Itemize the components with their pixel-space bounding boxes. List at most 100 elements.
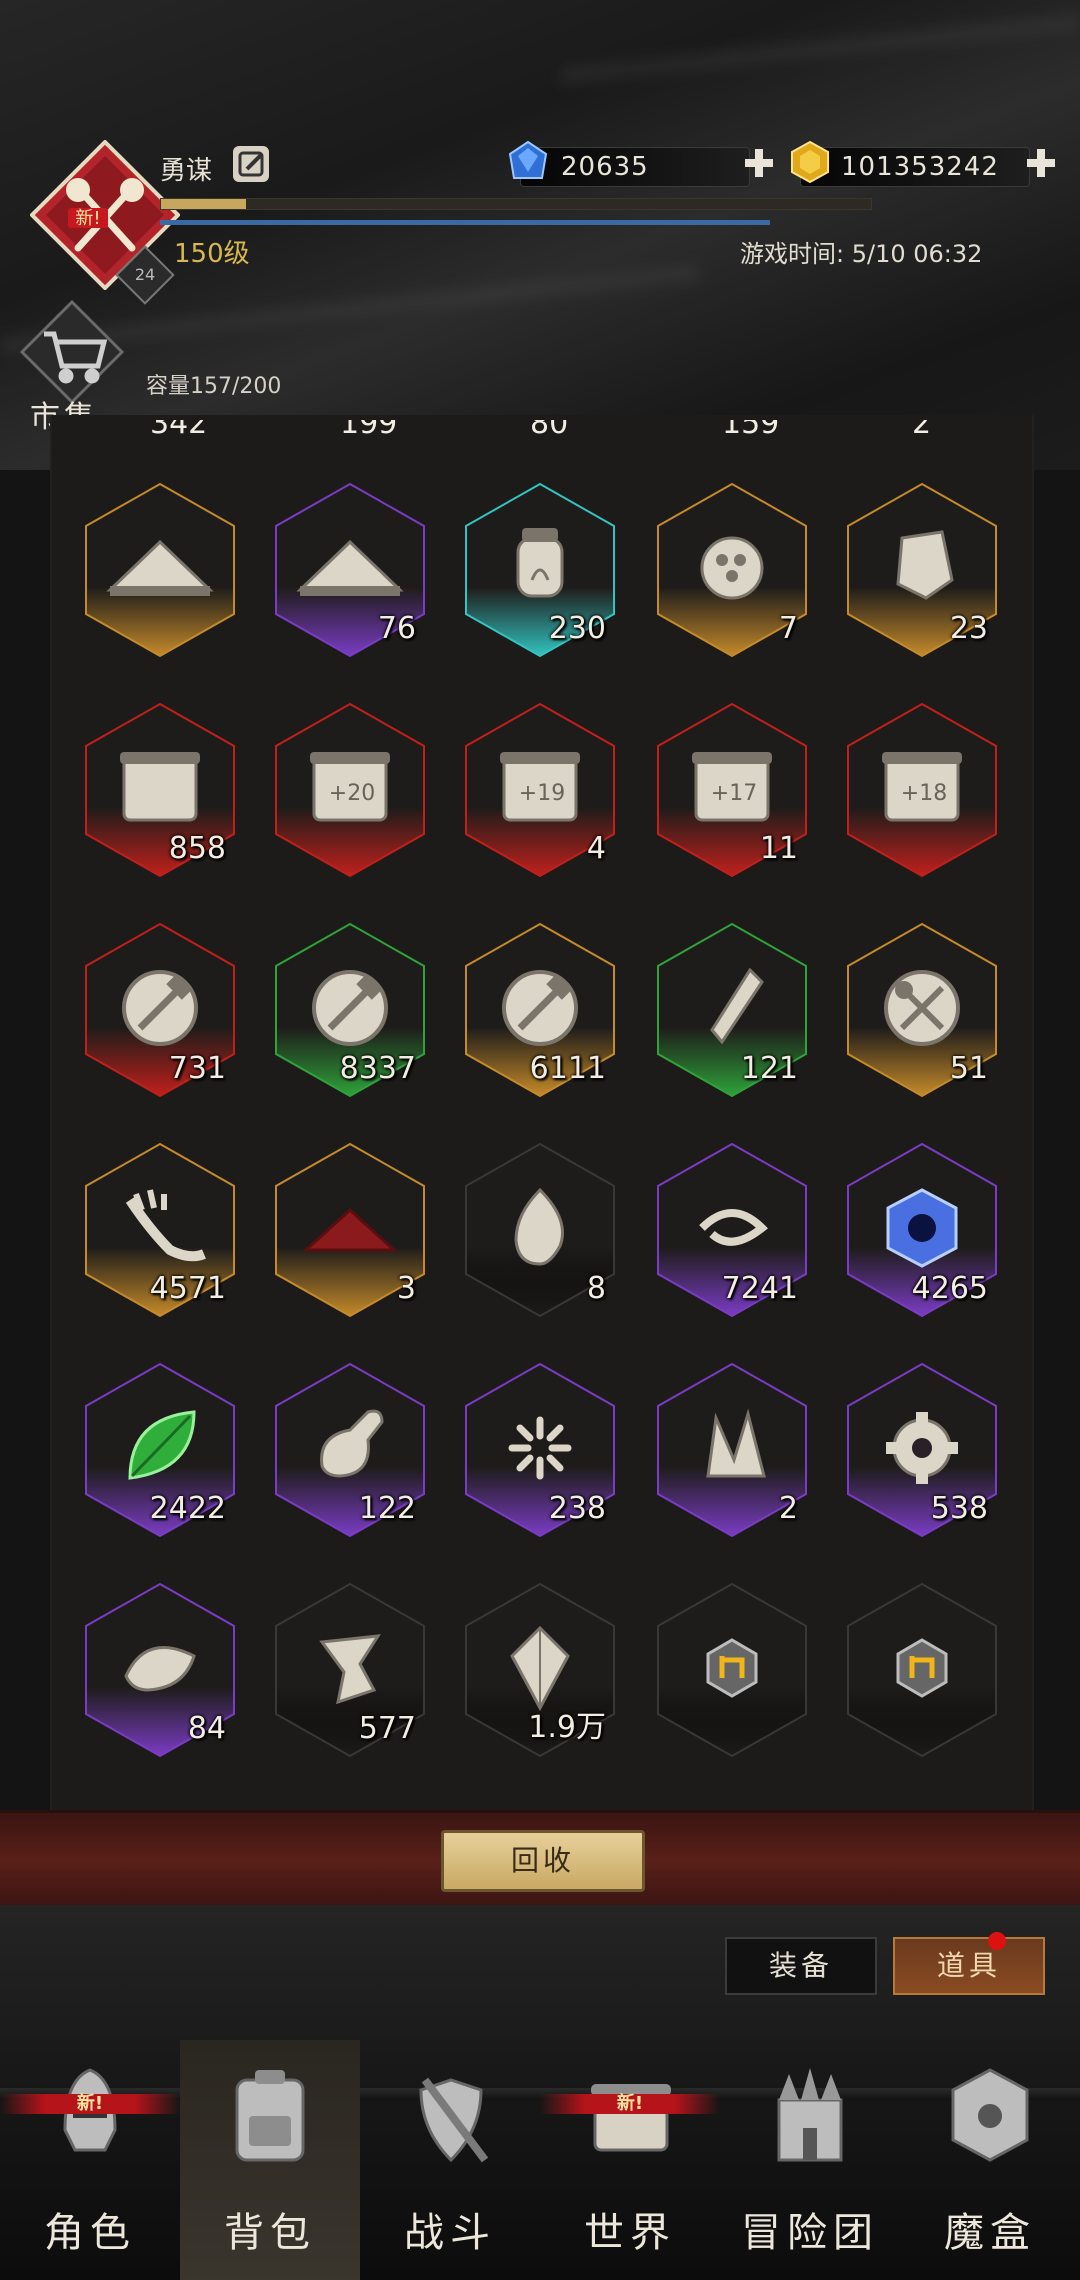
nav-label: 战斗 [404,2210,496,2256]
map-scroll-icon [591,2084,671,2152]
partial-item-count: 342 [150,420,208,440]
inventory-item[interactable]: 8337 [270,920,430,1100]
inventory-item[interactable]: +17 11 [652,700,812,880]
gem-value: 20635 [561,152,649,182]
nav-item[interactable]: 魔盒 [900,2040,1080,2280]
item-count: 84 [187,1711,226,1746]
nav-item[interactable]: 冒险团 [720,2040,900,2280]
item-count: 2422 [149,1491,226,1526]
inventory-item[interactable]: 7 [652,480,812,660]
inventory-item[interactable] [80,480,240,660]
nav-item[interactable]: 背包 [180,2040,360,2280]
inventory-item[interactable]: 858 [80,700,240,880]
inventory-item[interactable]: 121 [652,920,812,1100]
item-count: 3 [396,1271,416,1306]
inventory-item[interactable]: 2422 [80,1360,240,1540]
inventory-item[interactable]: 538 [842,1360,1002,1540]
item-count: 577 [358,1711,416,1746]
gold-gem-icon [791,140,829,184]
edit-icon [238,151,264,177]
nav-item[interactable]: 战斗 [360,2040,540,2280]
inventory-item[interactable] [652,1580,812,1760]
inventory-item[interactable]: 23 [842,480,1002,660]
nav-label: 角色 [44,2210,136,2256]
gold-value: 101353242 [841,152,999,182]
item-count: 4 [586,831,606,866]
inventory-item[interactable]: 84 [80,1580,240,1760]
item-count: 7241 [721,1271,798,1306]
item-count: 8 [586,1271,606,1306]
rune-stone-icon [657,1582,807,1758]
inventory-item[interactable]: 577 [270,1580,430,1760]
tab-equipment[interactable]: 装备 [725,1937,877,1995]
inventory-item[interactable]: 122 [270,1360,430,1540]
inventory-item[interactable]: 4571 [80,1140,240,1320]
inventory-item[interactable]: 1.9万 [460,1580,620,1760]
knight-helmet-icon [63,2068,117,2152]
inventory-item[interactable]: +18 [842,700,1002,880]
nav-label: 背包 [224,2210,316,2256]
small-level-text: 24 [134,265,156,284]
inventory-item[interactable]: 230 [460,480,620,660]
inventory-item[interactable]: 2 [652,1360,812,1540]
gold-counter: 101353242 [800,147,1030,187]
item-count: 538 [930,1491,988,1526]
inventory-item[interactable]: 3 [270,1140,430,1320]
inventory-item[interactable]: +19 4 [460,700,620,880]
tab-items[interactable]: 道具 [893,1937,1045,1995]
nav-item[interactable]: 新! 角色 [0,2040,180,2280]
new-ribbon: 新! [540,2094,720,2114]
castle-icon [777,2068,843,2162]
item-count: 121 [740,1051,798,1086]
add-gems-button[interactable] [742,146,776,180]
inventory-item[interactable]: 8 [460,1140,620,1320]
inventory-item[interactable]: 51 [842,920,1002,1100]
secondary-progress-bar [160,220,770,225]
item-count: 23 [949,611,988,646]
item-count: 51 [949,1051,988,1086]
inventory-item[interactable]: 4265 [842,1140,1002,1320]
item-count: 76 [377,611,416,646]
partial-item-count: 159 [722,420,780,440]
item-count: 6111 [529,1051,606,1086]
item-count: 731 [168,1051,226,1086]
player-name: 勇谋 [160,156,213,186]
partial-item-count: 199 [340,420,398,440]
inventory-item[interactable]: 76 [270,480,430,660]
add-gold-button[interactable] [1024,146,1058,180]
inventory-item[interactable]: 238 [460,1360,620,1540]
item-count: 230 [548,611,606,646]
market-button[interactable] [20,300,124,404]
inventory-item[interactable]: 6111 [460,920,620,1100]
edit-name-button[interactable] [233,146,269,182]
inventory-item[interactable]: 7241 [652,1140,812,1320]
notification-dot [988,1932,1006,1950]
svg-text:+20: +20 [329,781,375,806]
item-count: 11 [759,831,798,866]
avatar-new-badge: 新! [75,208,100,229]
partial-item-count: 2 [912,420,932,440]
game-time: 游戏时间: 5/10 06:32 [740,240,983,268]
sword-shield-icon [419,2077,489,2163]
new-ribbon: 新! [0,2094,180,2114]
nav-label: 世界 [584,2210,676,2256]
item-count: 122 [358,1491,416,1526]
item-count: 2 [778,1491,798,1526]
gem-counter: 20635 [520,147,750,187]
item-count: 858 [168,831,226,866]
scroll-icon: +18 [847,702,997,878]
nav-label: 魔盒 [944,2210,1036,2256]
inventory-item[interactable] [842,1580,1002,1760]
xp-bar-fill [161,199,247,209]
backpack-icon [235,2070,305,2162]
blue-gem-icon [508,140,548,179]
nav-label: 冒险团 [741,2210,879,2256]
inventory-item[interactable]: +20 [270,700,430,880]
salt-pile-icon [85,482,235,658]
magic-box-icon [951,2068,1029,2162]
inventory-item[interactable]: 731 [80,920,240,1100]
recycle-button[interactable]: 回收 [441,1830,645,1892]
item-count: 8337 [339,1051,416,1086]
nav-item[interactable]: 新! 世界 [540,2040,720,2280]
rune-stone-icon [847,1582,997,1758]
